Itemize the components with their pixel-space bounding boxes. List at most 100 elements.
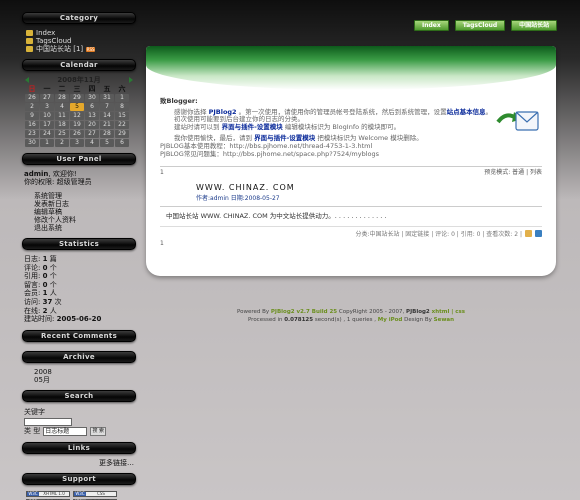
calendar-day[interactable]: 3 bbox=[40, 103, 54, 111]
calendar-day[interactable]: 27 bbox=[85, 130, 99, 138]
calendar-day[interactable]: 7 bbox=[100, 103, 114, 111]
calendar-day[interactable]: 1 bbox=[40, 139, 54, 147]
calendar-day[interactable]: 23 bbox=[25, 130, 39, 138]
calendar-day[interactable]: 25 bbox=[55, 130, 69, 138]
calendar-day[interactable]: 2 bbox=[55, 139, 69, 147]
post-article: WWW. CHINAZ. COM 作者:admin 日期:2008-05-27 … bbox=[146, 177, 556, 247]
user-welcome: admin, 欢迎你! bbox=[24, 170, 77, 178]
calendar-day[interactable]: 1 bbox=[115, 94, 129, 102]
rss-icon[interactable]: RSS bbox=[86, 46, 96, 52]
calendar-day[interactable]: 28 bbox=[100, 130, 114, 138]
calendar-day[interactable]: 30 bbox=[25, 139, 39, 147]
category-header: Category bbox=[22, 12, 136, 24]
calendar-day[interactable]: 5 bbox=[100, 139, 114, 147]
calendar-day[interactable]: 3 bbox=[70, 139, 84, 147]
nav-index[interactable]: Index bbox=[414, 20, 449, 31]
statistics-panel: 日志: 1 篇评论: 0 个引用: 0 个留言: 0 个会员: 1 人访问: 3… bbox=[22, 253, 136, 330]
page-number[interactable]: 1 bbox=[160, 169, 164, 177]
calendar-day[interactable]: 31 bbox=[100, 94, 114, 102]
calendar-day[interactable]: 17 bbox=[40, 121, 54, 129]
calendar-day[interactable]: 29 bbox=[115, 130, 129, 138]
calendar-month: 2008年11月 bbox=[57, 75, 101, 84]
post-page-number[interactable]: 1 bbox=[160, 240, 542, 247]
calendar-nav: 2008年11月 bbox=[25, 75, 133, 84]
user-role: 你的权限: 超级管理员 bbox=[24, 178, 92, 186]
post-title[interactable]: WWW. CHINAZ. COM bbox=[160, 183, 542, 192]
calendar-day[interactable]: 19 bbox=[70, 121, 84, 129]
calendar-day[interactable]: 4 bbox=[55, 103, 69, 111]
calendar-day[interactable]: 28 bbox=[55, 94, 69, 102]
calendar-weekday: 一 bbox=[43, 85, 51, 93]
search-type-select[interactable]: 日志标题 bbox=[43, 426, 88, 436]
calendar-day[interactable]: 26 bbox=[70, 130, 84, 138]
calendar-day[interactable]: 6 bbox=[85, 103, 99, 111]
stat-row: 评论: 0 个 bbox=[24, 263, 57, 272]
category-item-tagscloud[interactable]: TagsCloud bbox=[26, 37, 134, 45]
user-panel-header: User Panel bbox=[22, 153, 136, 165]
stat-row: 建站时间: 2005-06-20 bbox=[24, 315, 102, 324]
edit-icon[interactable] bbox=[525, 229, 532, 237]
stat-row: 访问: 37 次 bbox=[24, 297, 62, 306]
post-footer: 分类:中国站长站 | 固定链接 | 评论: 0 | 引用: 0 | 查看次数: … bbox=[160, 225, 542, 238]
main-content: 致Blogger: 感谢你选择 PJBlog2 。第一次使用，请使用你的管理员帐… bbox=[146, 46, 556, 276]
calendar-day[interactable]: 13 bbox=[85, 112, 99, 120]
nav-tagscloud[interactable]: TagsCloud bbox=[454, 20, 506, 31]
user-link-new-post[interactable]: 发表新日志 bbox=[24, 200, 134, 208]
archive-year[interactable]: 2008 bbox=[34, 368, 134, 376]
calendar-day[interactable]: 4 bbox=[85, 139, 99, 147]
nav-chinaz[interactable]: 中国站长站 bbox=[511, 20, 558, 31]
archive-month[interactable]: 05月 bbox=[34, 376, 134, 384]
support-header: Support bbox=[22, 472, 136, 485]
calendar-day[interactable]: 15 bbox=[115, 112, 129, 120]
user-link-admin[interactable]: 系统管理 bbox=[24, 192, 134, 200]
user-panel: admin, 欢迎你! 你的权限: 超级管理员 系统管理 发表新日志 编辑草稿 … bbox=[22, 168, 136, 238]
calendar-day[interactable]: 27 bbox=[40, 94, 54, 102]
calendar-day[interactable]: 12 bbox=[70, 112, 84, 120]
calendar-header: Calendar bbox=[22, 59, 136, 71]
user-link-logout[interactable]: 退出系统 bbox=[24, 224, 134, 232]
user-link-drafts[interactable]: 编辑草稿 bbox=[24, 208, 134, 216]
support-badges: W3CXHTML 1.0W3CCSSRSS2.0 FEEDATOM1.0 FEE… bbox=[22, 488, 136, 500]
calendar-day[interactable]: 22 bbox=[115, 121, 129, 129]
folder-icon bbox=[26, 38, 33, 44]
calendar-day[interactable]: 21 bbox=[100, 121, 114, 129]
category-item-chinaz[interactable]: 中国站长站 [1] RSS bbox=[26, 45, 134, 53]
calendar-day[interactable]: 24 bbox=[40, 130, 54, 138]
calendar-day[interactable]: 10 bbox=[40, 112, 54, 120]
calendar-day[interactable]: 29 bbox=[70, 94, 84, 102]
search-input[interactable] bbox=[24, 417, 72, 426]
more-links[interactable]: 更多链接… bbox=[99, 459, 134, 467]
calendar-day[interactable]: 9 bbox=[25, 112, 39, 120]
view-mode[interactable]: 预览模式: 普通 | 列表 bbox=[484, 169, 542, 177]
calendar-day[interactable]: 14 bbox=[100, 112, 114, 120]
calendar-weekday: 五 bbox=[103, 85, 111, 93]
user-link-profile[interactable]: 修改个人资料 bbox=[24, 216, 134, 224]
search-type-label: 类 型 bbox=[24, 426, 41, 435]
calendar-day[interactable]: 16 bbox=[25, 121, 39, 129]
calendar-day[interactable]: 8 bbox=[115, 103, 129, 111]
support-badge[interactable]: W3C XHTML 1.0 bbox=[26, 490, 70, 497]
recent-comments-header: Recent Comments bbox=[22, 329, 136, 342]
calendar-day[interactable]: 30 bbox=[85, 94, 99, 102]
links-header: Links bbox=[22, 441, 136, 454]
next-month-icon[interactable] bbox=[128, 76, 133, 83]
calendar-day[interactable]: 11 bbox=[55, 112, 69, 120]
calendar-day[interactable]: 18 bbox=[55, 121, 69, 129]
support-badge[interactable]: W3C CSS bbox=[73, 490, 117, 497]
links-panel: 更多链接… bbox=[22, 457, 136, 473]
calendar-day[interactable]: 2 bbox=[25, 103, 39, 111]
prev-month-icon[interactable] bbox=[25, 76, 29, 83]
stat-row: 在线: 2 人 bbox=[24, 306, 57, 315]
faq-link[interactable]: PJBLOG常见问题集：http://bbs.pjhome.net/space.… bbox=[160, 150, 542, 159]
calendar-day[interactable]: 20 bbox=[85, 121, 99, 129]
search-button[interactable]: 搜 索 bbox=[90, 426, 107, 436]
category-item-index[interactable]: Index bbox=[26, 29, 134, 37]
calendar-day[interactable]: 26 bbox=[25, 94, 39, 102]
calendar-day[interactable]: 6 bbox=[115, 139, 129, 147]
delete-icon[interactable] bbox=[535, 229, 542, 237]
stat-row: 日志: 1 篇 bbox=[24, 255, 57, 263]
folder-icon bbox=[26, 46, 33, 52]
calendar-today[interactable]: 5 bbox=[70, 103, 84, 111]
plugin-settings-link[interactable]: 界面与插件-设置模块 bbox=[222, 123, 283, 131]
site-settings-link[interactable]: 站点基本信息 bbox=[447, 108, 486, 116]
